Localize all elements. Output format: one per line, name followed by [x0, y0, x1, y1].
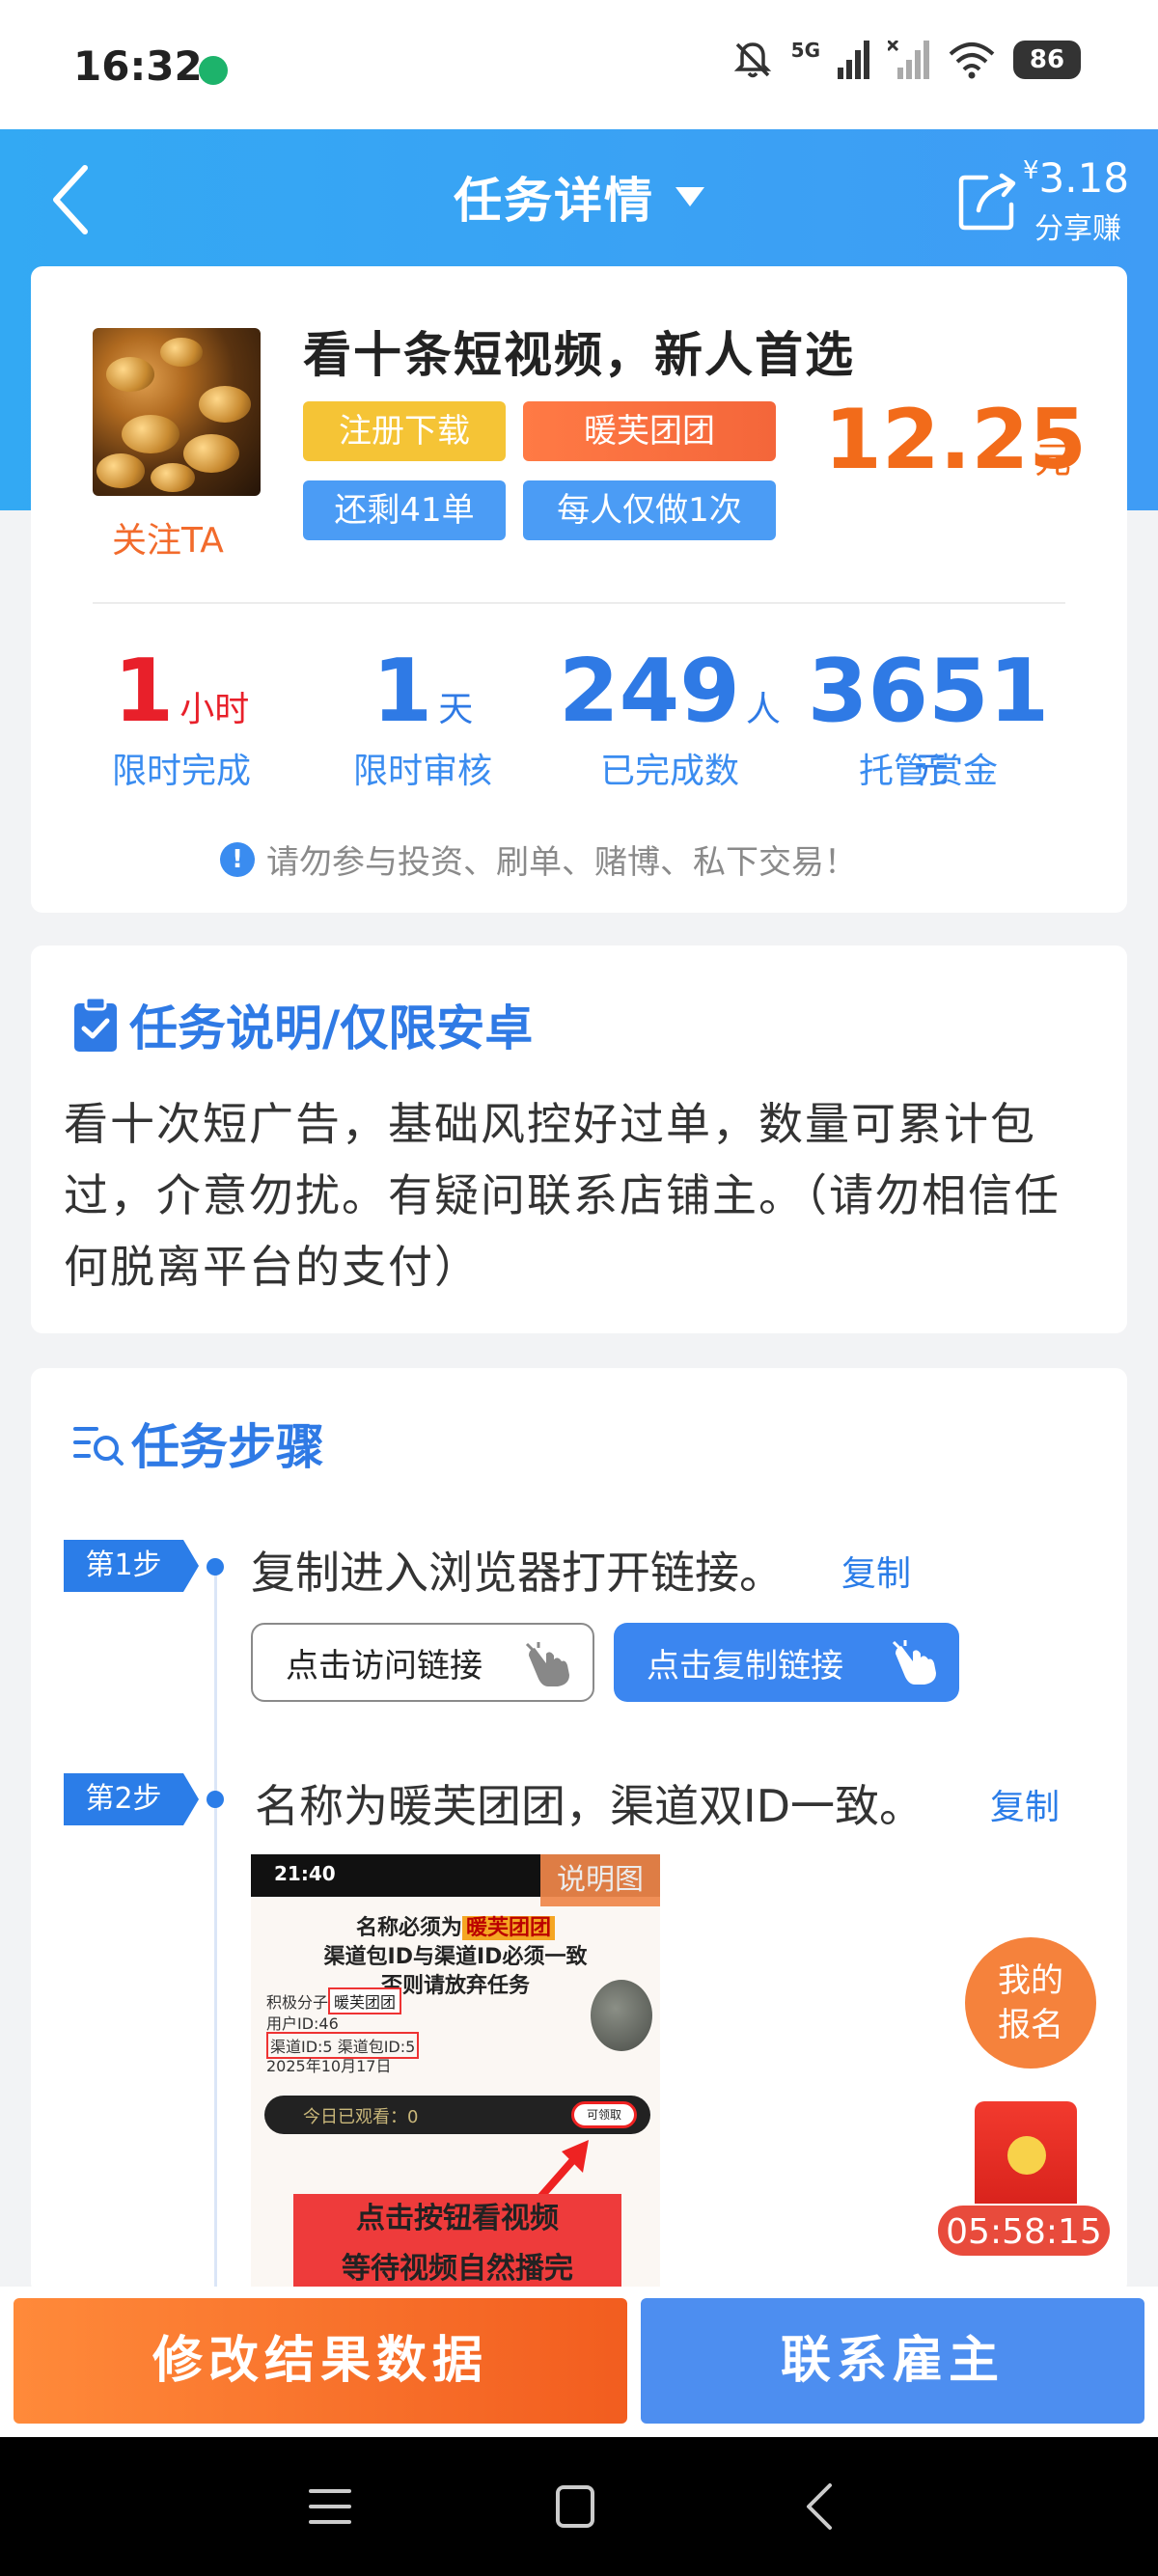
stat-label: 限时审核 — [352, 752, 492, 791]
task-summary-card: 关注TA 看十条短视频，新人首选 注册下载 暖芙团团 还剩41单 每人仅做1次 … — [31, 266, 1127, 913]
title-dropdown-caret-icon[interactable] — [676, 187, 704, 206]
description-heading: 任务说明/仅限安卓 — [71, 990, 533, 1059]
signal-no-sim-icon — [888, 41, 929, 79]
step-1-text: 复制进入浏览器打开链接。 — [251, 1547, 784, 1599]
timeline-dot — [207, 1791, 224, 1808]
step-2-text: 名称为暖芙团团，渠道双ID一致。 — [255, 1780, 924, 1832]
list-search-icon — [73, 1427, 124, 1466]
back-icon[interactable] — [797, 2480, 843, 2534]
stat-value: 1 — [113, 641, 175, 742]
page-title[interactable]: 任务详情 — [454, 162, 654, 232]
wifi-icon — [949, 42, 995, 79]
publisher-avatar[interactable] — [93, 328, 261, 496]
copy-link-button[interactable]: 点击复制链接 — [614, 1623, 959, 1702]
battery-icon: 86 — [1013, 41, 1081, 79]
copy-link-label: 点击复制链接 — [647, 1646, 843, 1685]
status-bar: 16:32 5G 86 — [0, 0, 1158, 129]
step-2-copy-link[interactable]: 复制 — [990, 1779, 1060, 1829]
stat-label: 已完成数 — [599, 752, 739, 791]
visit-link-button[interactable]: 点击访问链接 — [251, 1623, 594, 1702]
steps-title: 任务步骤 — [131, 1419, 324, 1475]
explain-name-box: 暖芙团团 — [328, 1987, 402, 2014]
signup-line-1: 我的 — [998, 1961, 1063, 2000]
home-icon[interactable] — [552, 2480, 598, 2534]
stat-review-limit: 1天 — [297, 641, 548, 742]
share-amount-value: 3.18 — [1038, 154, 1130, 202]
explain-line-1-highlight: 暖芙团团 — [462, 1916, 556, 1940]
my-signup-button[interactable]: 我的 报名 — [965, 1937, 1096, 2069]
risk-warning-text: 请勿参与投资、刷单、赌博、私下交易！ — [266, 843, 857, 882]
follow-button[interactable]: 关注TA — [112, 512, 224, 562]
step-2-explanation-image[interactable]: 21:40 说明图 名称必须为 暖芙团团 渠道包ID与渠道ID必须一致 否则请放弃… — [251, 1854, 660, 2298]
menu-icon[interactable] — [307, 2480, 353, 2534]
explain-line-2: 渠道包ID与渠道ID必须一致 — [323, 1945, 588, 1969]
bottom-action-bar: 修改结果数据 联系雇主 — [0, 2287, 1158, 2437]
divider — [93, 602, 1065, 604]
reward-price-unit: 元 — [1034, 439, 1072, 481]
stat-unit: 小时 — [179, 690, 250, 729]
red-packet-icon[interactable] — [975, 2101, 1077, 2217]
share-earn-amount[interactable]: ¥3.18 — [1023, 154, 1129, 202]
share-icon[interactable] — [957, 170, 1019, 232]
stat-label: 限时完成 — [111, 752, 251, 791]
risk-warning: ! 请勿参与投资、刷单、赌博、私下交易！ — [220, 836, 857, 883]
explain-claim-pill: 可领取 — [571, 2101, 637, 2128]
explain-line-1-prefix: 名称必须为 — [355, 1916, 462, 1940]
tag-once-per-person: 每人仅做1次 — [523, 480, 776, 540]
clipboard-check-icon — [74, 996, 117, 1052]
status-time: 16:32 — [73, 42, 203, 90]
steps-heading: 任务步骤 — [71, 1409, 324, 1478]
countdown-timer: 05:58:15 — [936, 2204, 1112, 2258]
explain-watched-today: 今日已观看：0 — [303, 2107, 419, 2127]
stat-value: 249 — [559, 641, 740, 742]
visit-link-label: 点击访问链接 — [286, 1646, 482, 1685]
stat-unit: 天 — [438, 690, 474, 729]
explain-badge: 说明图 — [540, 1854, 660, 1906]
network-type-label: 5G — [790, 39, 820, 62]
timeline-dot — [207, 1558, 224, 1576]
explain-line-1: 名称必须为 暖芙团团 — [251, 1910, 660, 1941]
step-1-copy-link[interactable]: 复制 — [841, 1546, 911, 1596]
app-notification-icon — [199, 56, 228, 85]
stat-time-limit: 1 小时 — [56, 641, 307, 742]
stat-value: 3651 — [807, 641, 1050, 742]
task-description-card: 任务说明/仅限安卓 看十次短广告，基础风控好过单，数量可累计包过，介意勿扰。有疑… — [31, 945, 1127, 1333]
share-earn-label[interactable]: 分享赚 — [1034, 205, 1121, 247]
mute-bell-icon — [733, 42, 771, 78]
task-title: 看十条短视频，新人首选 — [303, 327, 855, 383]
pointer-hand-icon — [892, 1640, 936, 1685]
exclamation-icon: ! — [220, 841, 255, 877]
stat-unit: 人 — [745, 690, 781, 729]
signal-5g-icon — [838, 41, 869, 79]
modify-result-button[interactable]: 修改结果数据 — [14, 2298, 627, 2424]
status-icons: 5G 86 — [731, 39, 1081, 81]
description-text: 看十次短广告，基础风控好过单，数量可累计包过，介意勿扰。有疑问联系店铺主。（请勿… — [64, 1098, 1061, 1293]
red-packet-seal — [1007, 2136, 1046, 2175]
stat-completed-count: 249 人 — [544, 641, 795, 742]
tag-remaining-orders: 还剩41单 — [303, 480, 506, 540]
step-badge-2: 第2步 — [64, 1773, 199, 1825]
explain-red-line-1: 点击按钮看视频 — [293, 2194, 621, 2244]
steps-timeline — [214, 1567, 217, 2300]
contact-employer-button[interactable]: 联系雇主 — [641, 2298, 1144, 2424]
stat-label: 托管赏金 — [858, 752, 998, 791]
tag-register-download: 注册下载 — [303, 401, 506, 461]
explain-thumbnail — [591, 1980, 652, 2051]
stat-value: 1 — [372, 641, 433, 742]
step-badge-1: 第1步 — [64, 1540, 199, 1592]
pointer-hand-icon — [525, 1642, 569, 1686]
explain-watch-bar: 今日已观看：0 可领取 — [264, 2096, 650, 2134]
explain-date: 2025年10月17日 — [266, 2057, 392, 2075]
tag-app-name: 暖芙团团 — [523, 401, 776, 461]
explain-user-id: 用户ID:46 — [266, 2014, 339, 2033]
description-title: 任务说明/仅限安卓 — [129, 1000, 534, 1056]
system-nav-bar — [0, 2437, 1158, 2576]
currency-symbol: ¥ — [1023, 156, 1039, 185]
explain-time: 21:40 — [274, 1862, 336, 1885]
task-steps-card: 任务步骤 第1步 复制进入浏览器打开链接。 复制 点击访问链接 点击复制链接 第… — [31, 1368, 1127, 2300]
explain-user-name: 积极分子 — [266, 1993, 329, 2012]
signup-line-2: 报名 — [998, 2006, 1063, 2044]
back-arrow-icon[interactable] — [42, 156, 100, 243]
